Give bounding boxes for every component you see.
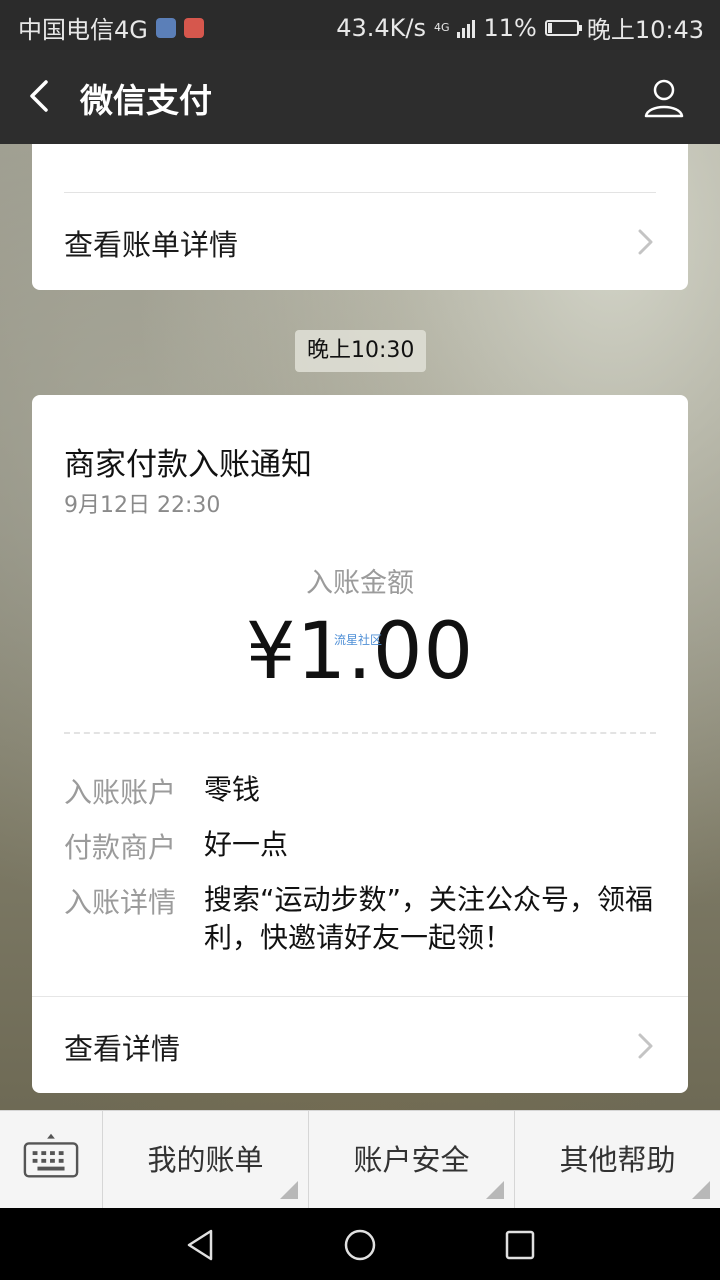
menu-my-bills[interactable]: 我的账单	[103, 1111, 309, 1209]
watermark-text: 流星社区	[334, 633, 383, 647]
menu-other-help[interactable]: 其他帮助	[515, 1111, 720, 1209]
notification-icon	[183, 17, 204, 38]
keyboard-icon	[23, 1133, 79, 1178]
network-speed: 43.4K/s	[336, 13, 426, 42]
previous-message-card: 查看账单详情	[32, 144, 688, 290]
detail-key: 付款商户	[64, 831, 177, 864]
circle-home-icon[interactable]	[343, 1228, 377, 1262]
menu-label: 我的账单	[147, 1143, 264, 1177]
square-recent-icon[interactable]	[503, 1228, 537, 1262]
submenu-indicator-icon	[486, 1181, 504, 1199]
shield-icon	[155, 17, 176, 38]
divider	[32, 996, 688, 997]
chevron-right-icon	[638, 229, 653, 255]
status-bar: 中国电信4G 43.4K/s 4G 11% 晚上10:43	[0, 0, 720, 50]
user-icon[interactable]	[642, 76, 686, 120]
detail-key: 入账账户	[64, 776, 177, 809]
signal-icon	[457, 18, 476, 38]
amount-value: ¥1.00	[245, 607, 475, 697]
notice-date: 9月12日 22:30	[64, 493, 221, 518]
dashed-divider	[64, 732, 656, 734]
amount-label: 入账金额	[306, 568, 414, 599]
view-bill-details-link[interactable]: 查看账单详情	[64, 222, 656, 264]
view-bill-details-label: 查看账单详情	[64, 228, 239, 262]
chevron-right-icon	[638, 1033, 653, 1059]
divider	[64, 192, 656, 193]
nav-bar: 微信支付	[0, 50, 720, 144]
keyboard-toggle[interactable]	[0, 1111, 103, 1209]
system-navigation-bar	[0, 1208, 720, 1280]
detail-value: 搜索“运动步数”，关注公众号，领福利，快邀请好友一起领！	[204, 883, 654, 954]
message-timestamp: 晚上10:30	[295, 330, 427, 372]
triangle-back-icon[interactable]	[183, 1228, 217, 1262]
battery-icon	[544, 19, 582, 36]
service-menu-bar: 我的账单 账户安全 其他帮助	[0, 1110, 720, 1209]
payment-notice-card[interactable]: 商家付款入账通知 9月12日 22:30 入账金额 ¥1.00 流星社区 入账账…	[32, 395, 688, 1093]
submenu-indicator-icon	[692, 1181, 710, 1199]
battery-percent: 11%	[483, 13, 537, 42]
detail-value: 零钱	[204, 773, 261, 806]
chevron-left-icon[interactable]	[22, 76, 62, 116]
menu-account-security[interactable]: 账户安全	[309, 1111, 515, 1209]
menu-label: 账户安全	[353, 1143, 470, 1177]
menu-label: 其他帮助	[559, 1143, 676, 1177]
view-details-label: 查看详情	[64, 1032, 181, 1066]
page-title: 微信支付	[80, 81, 212, 120]
detail-key: 入账详情	[64, 886, 177, 919]
clock: 晚上10:43	[586, 16, 704, 44]
notice-title: 商家付款入账通知	[64, 447, 312, 483]
network-type: 4G	[433, 21, 450, 34]
detail-value: 好一点	[204, 828, 289, 861]
view-details-link[interactable]: 查看详情	[64, 1026, 656, 1068]
carrier-label: 中国电信4G	[18, 16, 148, 44]
submenu-indicator-icon	[280, 1181, 298, 1199]
